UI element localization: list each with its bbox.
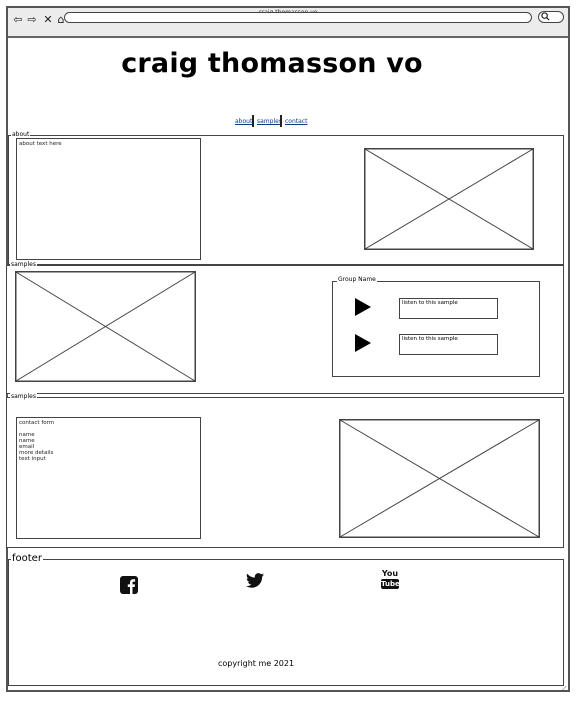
facebook-icon[interactable]	[120, 576, 138, 594]
twitter-icon[interactable]	[246, 573, 264, 588]
play-icon[interactable]	[355, 334, 371, 352]
samples-image-placeholder	[15, 271, 196, 382]
contact-field-label[interactable]: name	[17, 426, 200, 438]
contact-form-box: contact form name name email more detail…	[16, 417, 201, 539]
samples-section-legend: samples	[10, 261, 37, 268]
nav-link-contact[interactable]: contact	[285, 118, 307, 125]
nav-link-samples[interactable]: samples	[257, 118, 282, 125]
youtube-tube: Tube	[381, 579, 400, 589]
about-section-legend: about	[11, 131, 31, 138]
copyright-text: copyright me 2021	[218, 659, 295, 668]
play-icon[interactable]	[355, 298, 371, 316]
back-icon[interactable]: ⇦	[12, 14, 24, 26]
contact-image-placeholder	[339, 419, 540, 538]
nav-link-about[interactable]: about	[235, 118, 252, 125]
resize-grip-icon[interactable]: ⟋	[559, 684, 569, 694]
address-bar[interactable]	[64, 12, 532, 23]
sample-item[interactable]: listen to this sample	[399, 298, 498, 319]
search-icon	[541, 12, 550, 21]
contact-form-title: contact form	[19, 420, 55, 426]
footer-legend: footer	[11, 553, 43, 564]
sample-group	[332, 281, 540, 377]
sample-label: listen to this sample	[402, 300, 458, 306]
close-icon[interactable]: ✕	[42, 14, 54, 26]
about-text-box: about text here	[16, 138, 201, 260]
contact-section-legend: samples	[10, 393, 37, 400]
nav-divider	[280, 115, 282, 127]
sample-group-legend: Group Name	[337, 276, 377, 283]
forward-icon[interactable]: ⇨	[26, 14, 38, 26]
youtube-you: You	[381, 569, 399, 578]
contact-field-label[interactable]: text input	[17, 456, 200, 462]
about-image-placeholder	[364, 148, 534, 250]
sample-label: listen to this sample	[402, 336, 458, 342]
youtube-icon[interactable]: You Tube	[381, 569, 400, 592]
about-text: about text here	[19, 141, 62, 147]
nav-divider	[252, 115, 254, 127]
site-title: craig thomasson vo	[121, 48, 423, 79]
sample-item[interactable]: listen to this sample	[399, 334, 498, 355]
